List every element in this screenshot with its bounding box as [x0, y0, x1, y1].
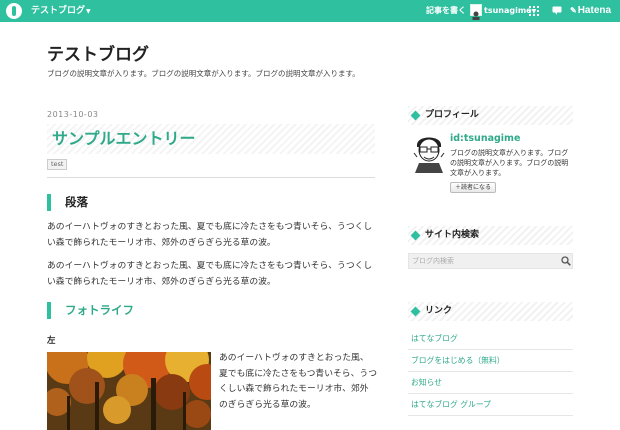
links-heading-label: リンク	[425, 306, 453, 316]
profile-avatar-icon[interactable]	[411, 131, 447, 173]
write-entry-button[interactable]: 記事を書く	[426, 5, 466, 17]
sidebar-link-label[interactable]: お知らせ	[411, 377, 442, 388]
divider	[47, 177, 375, 178]
entry-paragraph: あのイーハトヴォのすきとおった風、夏でも底に冷たさをもつ青いそら、うつくしい森で…	[47, 261, 373, 287]
sidebar-link-label[interactable]: ブログをはじめる（無料）	[411, 355, 505, 366]
section-heading: 段落	[65, 195, 88, 209]
sidebar-link-item[interactable]: ブログをはじめる（無料）	[408, 350, 573, 372]
entry-date[interactable]: 2013-10-03	[47, 110, 99, 120]
caret-down-icon: ▼	[86, 8, 91, 15]
follow-button-label: 読者になる	[461, 184, 492, 191]
blog-title[interactable]: テストブログ	[47, 44, 149, 66]
profile-heading-label: プロフィール	[425, 110, 479, 120]
sidebar-link-label[interactable]: はてなブログ グループ	[411, 399, 491, 410]
search-box	[408, 253, 573, 269]
entry-paragraph: あのイーハトヴォのすきとおった風、夏でも底に冷たさをもつ青いそら、うつくしい森で…	[47, 222, 373, 248]
blog-switcher-label: テストブログ	[31, 6, 86, 16]
hatena-brand-link[interactable]: ✎Hatena	[570, 4, 611, 17]
sub-heading: 左	[47, 336, 56, 346]
section-heading-marker	[47, 302, 51, 319]
entry-tag[interactable]: test	[47, 159, 68, 170]
search-module-heading: サイト内検索	[408, 226, 573, 245]
section-heading: フォトライフ	[65, 303, 134, 317]
entry-title[interactable]: サンプルエントリー	[52, 129, 196, 149]
hatena-brand-icon: ✎	[570, 6, 577, 15]
top-navigation-bar: テストブログ▼ 記事を書く tsunagime ▼ ✎Hatena	[0, 0, 620, 22]
blog-switcher-menu[interactable]: テストブログ▼	[31, 5, 91, 18]
photo-caption-text: あのイーハトヴォのすきとおった風、夏でも底に冷たさをもつ青いそら、うつくしい森で…	[219, 353, 377, 410]
diamond-icon	[410, 306, 421, 317]
section-heading-marker	[47, 194, 51, 211]
diamond-icon	[410, 110, 421, 121]
search-icon[interactable]	[561, 256, 571, 266]
profile-description: ブログの説明文章が入ります。ブログの説明文章が入ります。ブログの説明文章が入りま…	[450, 149, 569, 177]
sidebar-link-item[interactable]: はてなブログ グループ	[408, 394, 573, 416]
hatena-blog-logo-icon[interactable]	[6, 3, 22, 19]
blog-description: ブログの説明文章が入ります。ブログの説明文章が入ります。ブログの説明文章が入りま…	[47, 69, 360, 78]
diamond-icon	[410, 230, 421, 241]
hatena-brand-label: Hatena	[577, 5, 612, 16]
sidebar-link-item[interactable]: お知らせ	[408, 372, 573, 394]
entry-title-box: サンプルエントリー	[47, 124, 375, 154]
username-label: tsunagime	[484, 6, 532, 15]
notification-icon[interactable]	[552, 6, 562, 15]
autumn-foliage-photo[interactable]	[47, 352, 211, 430]
links-module-heading: リンク	[408, 302, 573, 321]
search-heading-label: サイト内検索	[425, 230, 480, 240]
search-input[interactable]	[409, 254, 559, 268]
user-avatar-icon[interactable]	[470, 4, 482, 20]
profile-id-link[interactable]: id:tsunagime	[450, 133, 520, 145]
profile-module-heading: プロフィール	[408, 106, 573, 125]
sidebar-link-item[interactable]: はてなブログ	[408, 328, 573, 350]
follow-reader-button[interactable]: ＋読者になる	[450, 182, 497, 193]
apps-grid-icon[interactable]	[529, 6, 539, 16]
sidebar-link-label[interactable]: はてなブログ	[411, 333, 458, 344]
